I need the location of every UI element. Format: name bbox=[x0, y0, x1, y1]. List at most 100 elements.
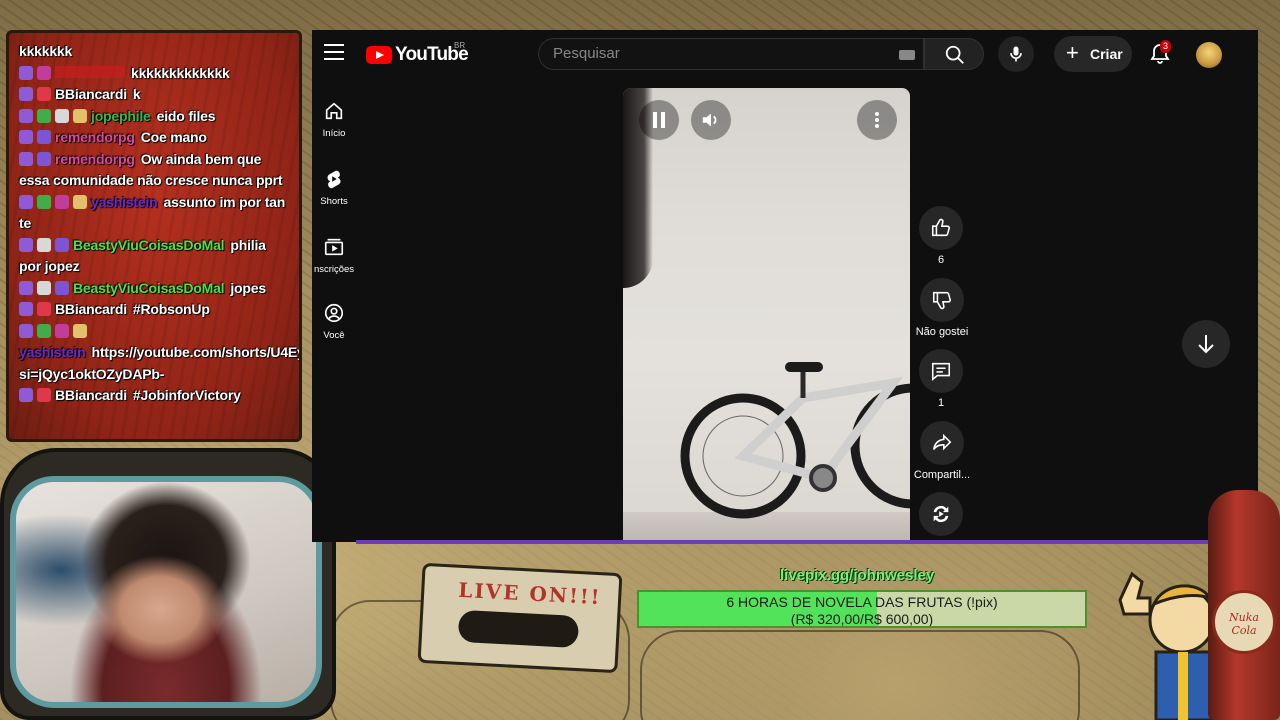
chat-message-text: Coe mano bbox=[140, 129, 207, 145]
chat-badge-icon bbox=[19, 194, 33, 209]
chat-badge-icon bbox=[37, 108, 51, 123]
chat-message-text: kkkkkkkkkkkkk bbox=[131, 64, 230, 81]
more-options-button[interactable] bbox=[857, 100, 897, 140]
search-box bbox=[538, 38, 924, 70]
youtube-frame-border bbox=[356, 540, 1240, 544]
donation-goal-bar: 6 HORAS DE NOVELA DAS FRUTAS (!pix) (R$ … bbox=[637, 590, 1087, 628]
chat-message: kkkkkkkkkkkkk bbox=[19, 63, 291, 85]
chat-message: remendorpg Ow ainda bem que essa comunida… bbox=[19, 149, 291, 192]
remix-button[interactable] bbox=[918, 492, 964, 540]
youtube-play-icon bbox=[366, 46, 392, 64]
share-label: Compartil... bbox=[913, 469, 971, 481]
account-avatar[interactable] bbox=[1196, 42, 1222, 68]
chat-badge-icon bbox=[19, 130, 33, 144]
chat-badge-icon bbox=[55, 280, 69, 295]
volume-button[interactable] bbox=[691, 100, 731, 140]
chat-username[interactable]: yashistein bbox=[19, 344, 86, 360]
microphone-icon bbox=[1010, 46, 1022, 62]
chat-username-redacted[interactable] bbox=[55, 65, 125, 78]
chat-badge-icon bbox=[37, 65, 51, 80]
chat-username[interactable]: BBiancardi bbox=[55, 86, 127, 102]
chat-message: BeastyViuCoisasDoMal philia por jopez bbox=[19, 235, 291, 278]
nav-shorts[interactable]: Shorts bbox=[312, 168, 356, 207]
chat-badge-icon bbox=[73, 323, 87, 338]
chat-badge-icon bbox=[37, 323, 51, 338]
shorts-video-player[interactable] bbox=[623, 88, 910, 542]
like-button[interactable]: 6 bbox=[918, 206, 964, 266]
youtube-masthead: YouTube BR + Criar 3 bbox=[312, 30, 1258, 78]
nav-subscriptions[interactable]: nscrições bbox=[312, 236, 356, 275]
donation-goal-text: 6 HORAS DE NOVELA DAS FRUTAS (!pix) (R$ … bbox=[639, 594, 1085, 626]
plus-icon: + bbox=[1066, 40, 1079, 65]
chat-username[interactable]: BBiancardi bbox=[55, 387, 127, 403]
chat-badge-icon bbox=[73, 194, 87, 209]
comment-count: 1 bbox=[937, 397, 945, 409]
chat-badge-icon bbox=[19, 302, 33, 316]
like-count: 6 bbox=[937, 254, 945, 266]
livepix-url: livepix.gg/johnwesley bbox=[780, 567, 935, 584]
webcam-feed bbox=[10, 476, 322, 708]
comment-icon bbox=[931, 362, 951, 381]
stream-chat[interactable]: kkkkkkk kkkkkkkkkkkkk BBiancardi k jopephile… bbox=[6, 30, 302, 442]
menu-icon[interactable] bbox=[324, 44, 344, 62]
nav-you[interactable]: Você bbox=[312, 302, 356, 341]
volume-icon bbox=[702, 113, 717, 127]
bicycle-in-video bbox=[680, 362, 910, 519]
pause-button[interactable] bbox=[639, 100, 679, 140]
chat-badge-icon bbox=[73, 108, 87, 123]
shorts-icon bbox=[327, 170, 341, 189]
chat-badge-icon bbox=[37, 87, 51, 101]
comments-button[interactable]: 1 bbox=[918, 349, 964, 409]
dislike-button[interactable]: Não gostei bbox=[912, 278, 972, 338]
home-icon bbox=[325, 102, 343, 120]
chat-badge-icon bbox=[19, 388, 33, 402]
chat-message-text: jopes bbox=[230, 279, 266, 296]
chat-username[interactable]: yashistein bbox=[91, 194, 158, 210]
nav-home[interactable]: Início bbox=[312, 100, 356, 139]
search-icon bbox=[945, 45, 964, 64]
you-icon bbox=[324, 303, 344, 323]
chat-message-text: #JobinforVictory bbox=[132, 387, 241, 403]
chat-username[interactable]: BeastyViuCoisasDoMal bbox=[73, 280, 225, 296]
chat-badge-icon bbox=[37, 130, 51, 144]
nav-you-label: Você bbox=[323, 330, 345, 341]
share-button[interactable]: Compartil... bbox=[912, 421, 972, 481]
nav-home-label: Início bbox=[322, 128, 346, 139]
nav-subscriptions-label: nscrições bbox=[313, 264, 355, 275]
cassette-label: LIVE ON!!! bbox=[457, 577, 603, 610]
chat-username[interactable]: BBiancardi bbox=[55, 301, 127, 317]
chat-badge-icon bbox=[55, 108, 69, 123]
region-code: BR bbox=[454, 41, 466, 50]
chat-badge-icon bbox=[37, 280, 51, 295]
youtube-logo[interactable]: YouTube bbox=[366, 44, 469, 65]
chat-badge-icon bbox=[19, 65, 33, 80]
search-button[interactable] bbox=[924, 38, 984, 70]
thumbs-up-icon bbox=[931, 218, 951, 237]
chat-badge-icon bbox=[55, 323, 69, 338]
chat-badge-icon bbox=[19, 323, 33, 338]
subscriptions-icon bbox=[324, 238, 344, 256]
keyboard-icon[interactable] bbox=[899, 50, 915, 60]
chat-badge-icon bbox=[37, 302, 51, 316]
chat-username[interactable]: BeastyViuCoisasDoMal bbox=[73, 237, 225, 253]
chat-badge-icon bbox=[19, 87, 33, 101]
donation-goal-title: 6 HORAS DE NOVELA DAS FRUTAS (!pix) bbox=[726, 594, 998, 610]
create-button-label: Criar bbox=[1090, 46, 1123, 62]
chat-message: BBiancardi #JobinforVictory bbox=[19, 385, 291, 407]
chat-badge-icon bbox=[37, 151, 51, 166]
chat-username[interactable]: jopephile bbox=[91, 108, 151, 124]
chat-username[interactable]: remendorpg bbox=[55, 151, 135, 167]
chat-message: BeastyViuCoisasDoMal jopes bbox=[19, 278, 291, 300]
search-input[interactable] bbox=[553, 45, 883, 62]
voice-search-button[interactable] bbox=[998, 36, 1034, 72]
chat-message: jopephile eido files bbox=[19, 106, 291, 128]
next-video-button[interactable] bbox=[1182, 320, 1230, 368]
more-vert-icon bbox=[875, 112, 879, 128]
thumbs-down-icon bbox=[932, 291, 952, 310]
chat-message-text: eido files bbox=[156, 107, 216, 124]
chat-username[interactable]: remendorpg bbox=[55, 129, 135, 145]
chat-message: kkkkkkk bbox=[19, 41, 291, 63]
arrow-down-icon bbox=[1198, 335, 1214, 354]
create-button[interactable]: + Criar bbox=[1054, 36, 1132, 72]
chat-badge-icon bbox=[55, 194, 69, 209]
